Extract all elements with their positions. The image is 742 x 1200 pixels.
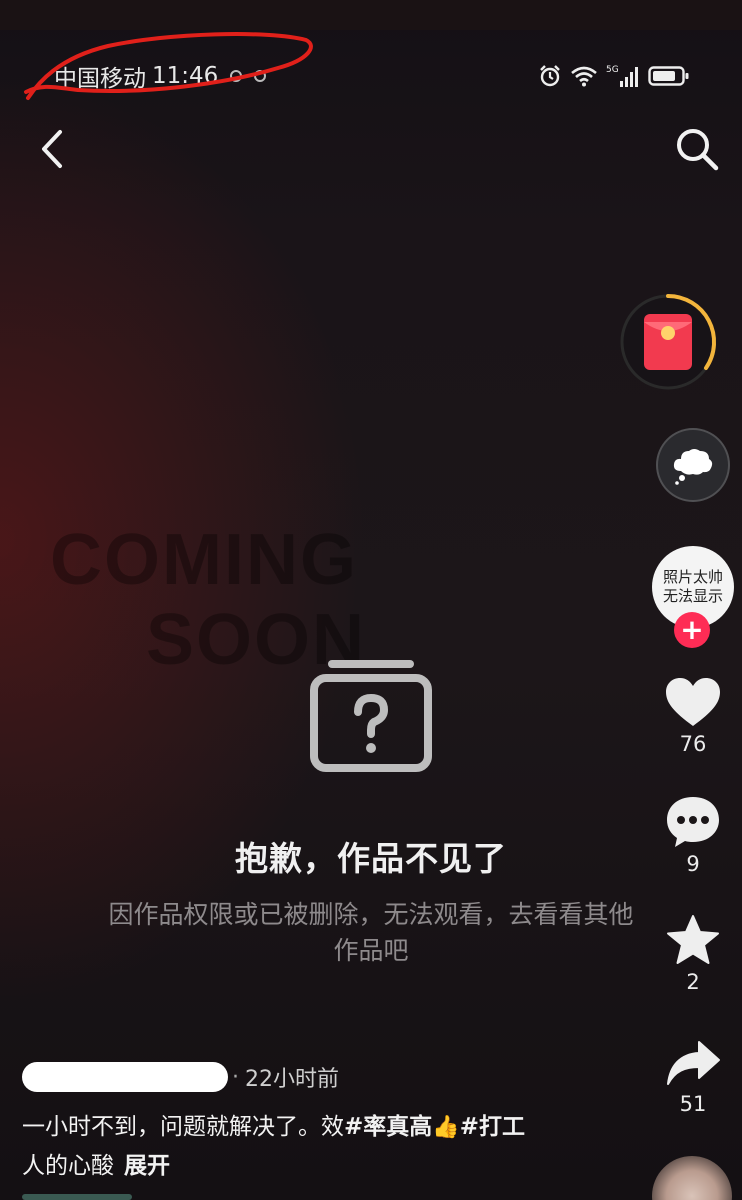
search-button[interactable] xyxy=(672,124,722,174)
comment-button[interactable]: 9 xyxy=(660,794,726,876)
alarm-icon xyxy=(540,65,560,87)
status-bar-left: 中国移动 11:46 xyxy=(54,60,267,92)
music-disc[interactable] xyxy=(652,1156,732,1200)
thumbs-up-emoji: 👍 xyxy=(432,1115,460,1140)
notice-description-line2: 作品吧 xyxy=(333,936,409,965)
clock: 11:46 xyxy=(152,63,219,89)
sync-icon xyxy=(230,70,243,82)
comment-count: 9 xyxy=(686,852,700,876)
notice-description-line1: 因作品权限或已被删除，无法观看，去看看其他 xyxy=(108,900,634,929)
red-envelope-icon xyxy=(644,314,692,370)
hashtag-link[interactable]: #打工 xyxy=(460,1114,525,1140)
status-bar-right: 5G xyxy=(538,60,690,92)
background-text-line1: COMING xyxy=(50,520,358,600)
like-count: 76 xyxy=(679,732,707,756)
follow-button[interactable]: + xyxy=(674,612,710,648)
author-name-redacted[interactable] xyxy=(22,1062,228,1092)
hashtag-link[interactable]: #率真高 xyxy=(344,1114,432,1140)
like-button[interactable]: 76 xyxy=(660,676,726,756)
video-screen: 中国移动 11:46 5G COMING SOON 抱歉，作品不见了 因作品权限… xyxy=(0,0,742,1200)
cellular-signal-icon: 5G xyxy=(606,65,638,87)
heart-icon xyxy=(666,678,720,726)
separator-dot: · xyxy=(232,1064,239,1090)
notification-icon xyxy=(254,70,267,82)
expand-caption-button[interactable]: 展开 xyxy=(124,1153,170,1179)
notice-description: 因作品权限或已被删除，无法观看，去看看其他 作品吧 xyxy=(60,897,682,969)
star-icon xyxy=(667,915,719,964)
top-strip xyxy=(0,0,742,30)
missing-content-icon xyxy=(310,660,432,772)
avatar-text-line1: 照片太帅 xyxy=(662,568,723,586)
wifi-icon xyxy=(571,66,597,87)
favorite-button[interactable]: 2 xyxy=(660,914,726,994)
caption-line2: 人的心酸 xyxy=(22,1153,114,1179)
battery-icon xyxy=(648,66,689,86)
share-arrow-icon xyxy=(667,1041,720,1085)
caption-text: 一小时不到，问题就解决了。效 xyxy=(22,1114,344,1140)
network-type-label: 5G xyxy=(606,65,619,75)
share-button[interactable]: 51 xyxy=(660,1038,726,1116)
post-time: 22小时前 xyxy=(245,1067,339,1092)
bottom-bar-fragment xyxy=(22,1194,132,1200)
search-icon xyxy=(677,129,719,171)
avatar-text-line2: 无法显示 xyxy=(662,587,723,605)
comment-icon xyxy=(667,797,719,847)
back-button[interactable] xyxy=(32,124,76,174)
chat-bubble-button[interactable] xyxy=(656,428,730,502)
favorite-count: 2 xyxy=(686,970,700,994)
chevron-left-icon xyxy=(42,130,62,168)
notice-title: 抱歉，作品不见了 xyxy=(235,839,507,878)
carrier-label: 中国移动 xyxy=(54,66,146,92)
author-row: · 22小时前 xyxy=(22,1062,339,1092)
post-caption: 一小时不到，问题就解决了。效#率真高👍#打工 人的心酸 展开 xyxy=(22,1108,602,1185)
red-packet-timer-button[interactable] xyxy=(618,292,718,392)
thought-bubble-icon xyxy=(673,449,713,485)
share-count: 51 xyxy=(679,1092,707,1116)
